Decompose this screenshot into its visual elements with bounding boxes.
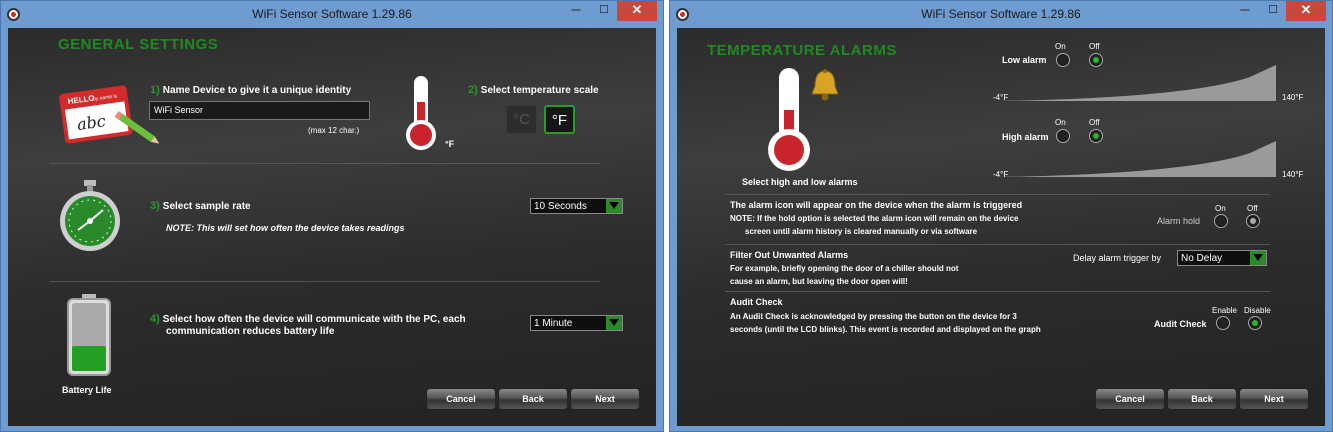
close-button[interactable]: ✕ — [1286, 1, 1326, 21]
minimize-button[interactable]: ─ — [563, 1, 589, 21]
temperature-scale-text: Select temperature scale — [480, 85, 599, 96]
audit-enable-radio[interactable] — [1216, 316, 1230, 330]
low-alarm-slider[interactable] — [1000, 65, 1277, 102]
audit-disable-label: Disable — [1244, 306, 1271, 315]
page-title: GENERAL SETTINGS — [58, 36, 219, 53]
alarm-icon-text: The alarm icon will appear on the device… — [730, 200, 1023, 210]
battery-life-label: Battery Life — [62, 385, 112, 395]
thermometer-icon — [768, 68, 810, 171]
high-alarm-on-label: On — [1055, 118, 1066, 127]
audit-disable-radio[interactable] — [1248, 316, 1262, 330]
filter-title: Filter Out Unwanted Alarms — [730, 250, 849, 260]
chevron-down-icon[interactable] — [1250, 251, 1266, 265]
name-tag-icon: HELLO my name is abc — [59, 85, 160, 144]
filter-text-2: cause an alarm, but leaving the door ope… — [730, 277, 908, 286]
filter-text-1: For example, briefly opening the door of… — [730, 264, 959, 273]
alarm-hold-on-radio[interactable] — [1214, 214, 1228, 228]
communication-label: 4) Select how often the device will commu… — [150, 313, 466, 325]
delay-alarm-dropdown[interactable]: No Delay — [1177, 250, 1267, 266]
low-alarm-min: -4°F — [993, 93, 1009, 102]
delay-alarm-label: Delay alarm trigger by — [1073, 253, 1162, 263]
low-alarm-label: Low alarm — [1002, 55, 1047, 65]
low-alarm-off-label: Off — [1089, 42, 1100, 51]
bell-icon — [811, 69, 839, 101]
name-device-text: Name Device to give it a unique identity — [162, 85, 352, 96]
chevron-down-icon[interactable] — [606, 199, 622, 213]
communication-text-2: communication reduces battery life — [166, 326, 335, 337]
device-name-input[interactable]: WiFi Sensor — [149, 101, 370, 120]
title-bar: WiFi Sensor Software 1.29.86 ─ ☐ ✕ — [1, 1, 663, 28]
sample-rate-note: NOTE: This will set how often the device… — [166, 223, 405, 233]
divider — [725, 244, 1270, 245]
audit-check-label: Audit Check — [1154, 319, 1207, 329]
step-number: 3) — [150, 200, 160, 212]
alarms-caption: Select high and low alarms — [742, 177, 858, 187]
cancel-button[interactable]: Cancel — [1095, 388, 1165, 410]
cancel-button[interactable]: Cancel — [426, 388, 496, 410]
minimize-button[interactable]: ─ — [1232, 1, 1258, 21]
celsius-button[interactable]: °C — [506, 105, 537, 134]
window-content: GENERAL SETTINGS HELLO my name is abc 1)… — [8, 28, 656, 426]
sample-rate-value: 10 Seconds — [534, 201, 587, 212]
next-button[interactable]: Next — [570, 388, 640, 410]
communication-rate-value: 1 Minute — [534, 318, 573, 329]
audit-text-2: seconds (until the LCD blinks). This eve… — [730, 325, 1041, 334]
low-alarm-max: 140°F — [1282, 93, 1304, 102]
name-device-label: 1) Name Device to give it a unique identi… — [150, 84, 351, 96]
stopwatch-icon — [60, 180, 120, 251]
window-content: TEMPERATURE ALARMS Select high and low a… — [677, 28, 1325, 426]
fahrenheit-button[interactable]: °F — [544, 105, 575, 134]
name-tag-text: abc — [76, 111, 107, 134]
sample-rate-text: Select sample rate — [162, 201, 251, 212]
alarm-hold-on-label: On — [1215, 204, 1226, 213]
divider — [50, 281, 600, 282]
audit-enable-label: Enable — [1212, 306, 1237, 315]
alarm-hold-off-radio[interactable] — [1246, 214, 1260, 228]
low-alarm-on-label: On — [1055, 42, 1066, 51]
alarm-hold-off-label: Off — [1247, 204, 1258, 213]
step-number: 4) — [150, 313, 160, 325]
close-button[interactable]: ✕ — [617, 1, 657, 21]
step-number: 1) — [150, 84, 160, 96]
back-button[interactable]: Back — [498, 388, 568, 410]
communication-rate-dropdown[interactable]: 1 Minute — [530, 315, 623, 331]
step-number: 2) — [468, 84, 478, 96]
page-title: TEMPERATURE ALARMS — [707, 42, 897, 59]
high-alarm-off-label: Off — [1089, 118, 1100, 127]
chevron-down-icon[interactable] — [606, 316, 622, 330]
sample-rate-label: 3) Select sample rate — [150, 200, 251, 212]
thermometer-icon — [406, 76, 436, 150]
thermometer-unit: °F — [445, 139, 455, 149]
back-button[interactable]: Back — [1167, 388, 1237, 410]
audit-text-1: An Audit Check is acknowledged by pressi… — [730, 312, 1017, 321]
maximize-button[interactable]: ☐ — [1260, 1, 1286, 21]
alarm-hold-note-1: NOTE: If the hold option is selected the… — [730, 214, 1019, 223]
audit-title: Audit Check — [730, 297, 783, 307]
maximize-button[interactable]: ☐ — [591, 1, 617, 21]
divider — [725, 194, 1270, 195]
sample-rate-dropdown[interactable]: 10 Seconds — [530, 198, 623, 214]
high-alarm-max: 140°F — [1282, 170, 1304, 179]
divider — [50, 163, 600, 164]
high-alarm-slider[interactable] — [1000, 141, 1277, 178]
communication-text-1: Select how often the device will communi… — [162, 314, 466, 325]
temperature-scale-label: 2) Select temperature scale — [468, 84, 599, 96]
divider — [725, 291, 1270, 292]
general-settings-window: WiFi Sensor Software 1.29.86 ─ ☐ ✕ GENER… — [0, 0, 664, 432]
title-bar: WiFi Sensor Software 1.29.86 ─ ☐ ✕ — [670, 1, 1332, 28]
temperature-alarms-window: WiFi Sensor Software 1.29.86 ─ ☐ ✕ TEMPE… — [669, 0, 1333, 432]
next-button[interactable]: Next — [1239, 388, 1309, 410]
alarm-hold-label: Alarm hold — [1157, 216, 1201, 226]
alarm-hold-note-2: screen until alarm history is cleared ma… — [745, 227, 978, 236]
high-alarm-min: -4°F — [993, 170, 1009, 179]
delay-alarm-value: No Delay — [1181, 253, 1223, 264]
name-max-hint: (max 12 char.) — [308, 126, 360, 135]
battery-icon — [67, 294, 111, 376]
